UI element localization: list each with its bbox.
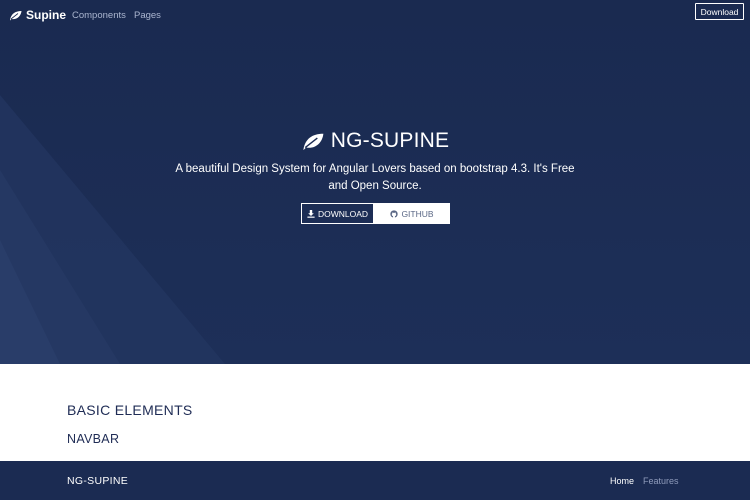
demo-nav-link-features[interactable]: Features [643,476,679,486]
hero-section: Supine Components Pages Download NG-SUPI… [0,0,750,364]
hero-download-label: DOWNLOAD [317,208,369,219]
hero-title: NG-SUPINE [0,129,750,153]
hero-github-button[interactable]: GITHUB [374,203,450,224]
leaf-icon [10,10,22,20]
leaf-icon [303,133,324,150]
demo-nav-link-home[interactable]: Home [610,476,634,486]
hero-download-button[interactable]: DOWNLOAD [301,203,374,224]
hero-subtitle: A beautiful Design System for Angular Lo… [175,163,575,192]
github-icon [390,209,399,218]
navbar-brand-label: Supine [26,8,67,22]
navbar-brand[interactable]: Supine [9,8,66,22]
section-subtitle: NAVBAR [67,432,120,446]
section-title: BASIC ELEMENTS [67,402,193,418]
download-button[interactable]: Download [695,3,744,20]
demo-navbar-brand[interactable]: NG-SUPINE [67,475,128,487]
nav-link-components[interactable]: Components [72,10,126,21]
hero-button-group: DOWNLOAD GITHUB [301,203,450,224]
hero-title-text: NG-SUPINE [330,129,450,152]
download-icon [307,209,315,218]
hero-github-label: GITHUB [401,208,434,219]
top-navbar: Supine Components Pages Download [0,0,750,32]
nav-link-pages[interactable]: Pages [134,10,161,21]
